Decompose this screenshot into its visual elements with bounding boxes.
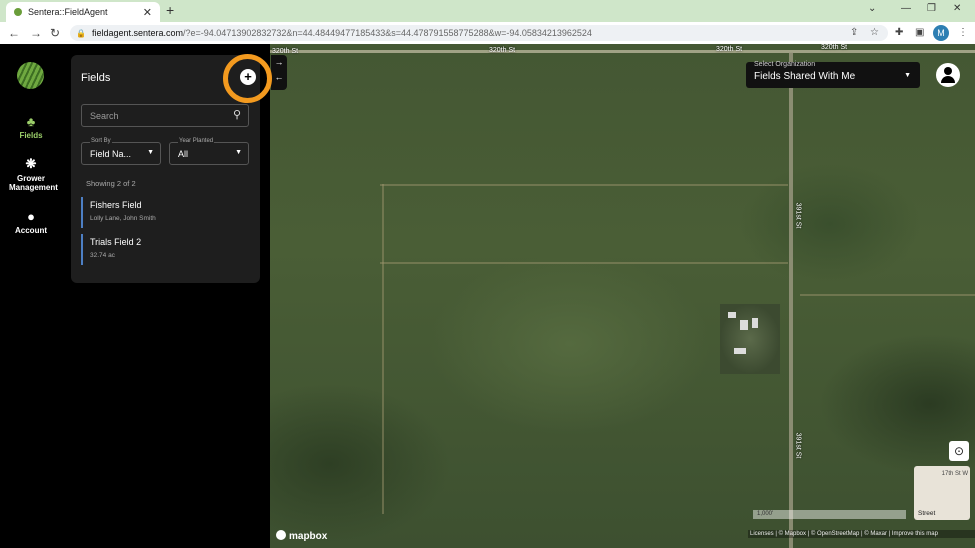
- road-391st: [789, 52, 793, 548]
- road-label: 320th St: [716, 46, 743, 53]
- field-subtitle: 32.74 ac: [90, 252, 115, 259]
- year-planted-value: All: [178, 149, 189, 159]
- lock-icon: 🔒: [76, 28, 86, 38]
- account-icon: ●: [27, 209, 35, 224]
- back-icon[interactable]: ←: [8, 26, 20, 40]
- bookmark-star-icon[interactable]: ☆: [870, 27, 879, 38]
- paw-icon: ❋: [25, 156, 37, 171]
- field-name: Trials Field 2: [90, 237, 142, 247]
- road-320th: [270, 50, 975, 53]
- list-item[interactable]: Fishers Field Lolly Lane, John Smith: [81, 197, 251, 228]
- minimap-street-name: 17th St W: [941, 471, 968, 477]
- mapbox-text: mapbox: [289, 531, 328, 542]
- sentera-logo[interactable]: [17, 62, 44, 89]
- sort-by-value: Field Na...: [90, 149, 132, 159]
- map-attribution[interactable]: Licenses | © Mapbox | © OpenStreetMap | …: [748, 530, 975, 538]
- search-input[interactable]: Search ⚲: [81, 104, 249, 127]
- field-count: Showing 2 of 2: [86, 179, 136, 188]
- nav-fields-label: Fields: [19, 131, 43, 140]
- organization-select[interactable]: Select Organization Fields Shared With M…: [746, 61, 920, 88]
- url-host: fieldagent.sentera.com: [91, 28, 184, 38]
- farmstead: [720, 304, 780, 374]
- mapbox-logo[interactable]: mapbox: [276, 530, 327, 542]
- arrow-left-icon[interactable]: ←: [271, 70, 287, 85]
- browser-tab-strip: Sentera::FieldAgent ✕ + ⌄ — ❐ ✕: [0, 0, 975, 22]
- nav-grower-management[interactable]: ❋ Grower Management: [0, 156, 62, 192]
- user-profile-icon[interactable]: [936, 63, 960, 87]
- road-label: 391st St: [794, 432, 802, 459]
- chevron-down-icon: ▼: [147, 149, 154, 156]
- address-bar[interactable]: 🔒 fieldagent.sentera.com /?e=-94.0471390…: [70, 25, 888, 41]
- url-path: /?e=-94.04713902832732&n=44.484494771854…: [183, 28, 592, 38]
- new-tab-button[interactable]: +: [166, 2, 174, 18]
- field-name: Fishers Field: [90, 200, 142, 210]
- arrow-right-icon[interactable]: →: [271, 55, 287, 70]
- geolocate-icon[interactable]: ⊙: [949, 441, 969, 461]
- tab-title: Sentera::FieldAgent: [28, 7, 108, 17]
- field-boundary: [382, 184, 384, 514]
- panel-title: Fields: [81, 72, 111, 84]
- nav-fields[interactable]: ♣ Fields: [0, 114, 62, 140]
- field-boundary: [380, 184, 788, 186]
- share-icon[interactable]: ⇪: [850, 27, 858, 38]
- list-item[interactable]: Trials Field 2 32.74 ac: [81, 234, 251, 265]
- chevron-down-icon: ▼: [904, 72, 911, 79]
- org-select-label: Select Organization: [754, 61, 816, 68]
- field-boundary: [800, 294, 975, 296]
- browser-tab[interactable]: Sentera::FieldAgent ✕: [6, 2, 160, 22]
- basemap-toggle[interactable]: 17th St W Street: [914, 466, 970, 520]
- extensions-icon[interactable]: ✚: [895, 27, 903, 38]
- favicon-icon: [14, 8, 22, 16]
- nav-account-label: Account: [15, 226, 47, 235]
- scale-bar: 1,000': [753, 510, 906, 519]
- year-planted-label: Year Planted: [178, 138, 215, 144]
- add-field-button[interactable]: +: [240, 69, 256, 85]
- minimize-icon[interactable]: —: [901, 3, 911, 14]
- search-placeholder: Search: [90, 110, 119, 121]
- sort-by-select[interactable]: Sort By Field Na... ▼: [81, 138, 161, 165]
- field-boundary: [380, 262, 788, 264]
- minimap-label: Street: [918, 510, 936, 517]
- panel-collapse-toggle[interactable]: → ←: [271, 55, 287, 90]
- close-window-icon[interactable]: ✕: [953, 3, 961, 14]
- road-label: 320th St: [821, 44, 848, 51]
- nav-account[interactable]: ● Account: [0, 209, 62, 235]
- sidepanel-icon[interactable]: ▣: [915, 27, 924, 38]
- menu-kebab-icon[interactable]: ⋮: [958, 27, 968, 38]
- mapbox-icon: [276, 530, 286, 540]
- maximize-icon[interactable]: ❐: [927, 3, 936, 14]
- field-subtitle: Lolly Lane, John Smith: [90, 215, 156, 222]
- org-select-value: Fields Shared With Me: [754, 71, 856, 82]
- profile-avatar[interactable]: M: [933, 25, 949, 41]
- tab-close-icon[interactable]: ✕: [143, 6, 152, 19]
- road-label: 320th St: [272, 48, 299, 55]
- forward-icon[interactable]: →: [30, 26, 42, 40]
- road-label: 320th St: [489, 47, 516, 54]
- left-nav: ♣ Fields ❋ Grower Management ● Account: [0, 44, 62, 548]
- tab-search-icon[interactable]: ⌄: [868, 3, 876, 14]
- chevron-down-icon: ▼: [235, 149, 242, 156]
- year-planted-select[interactable]: Year Planted All ▼: [169, 138, 249, 165]
- nav-grower-label: Grower Management: [9, 174, 58, 192]
- reload-icon[interactable]: ↻: [50, 26, 60, 40]
- road-label: 391st St: [794, 202, 802, 229]
- sort-by-label: Sort By: [90, 138, 112, 144]
- browser-toolbar: ← → ↻ 🔒 fieldagent.sentera.com /?e=-94.0…: [0, 22, 975, 44]
- seedling-icon: ♣: [26, 114, 36, 129]
- search-icon[interactable]: ⚲: [233, 108, 241, 121]
- satellite-map[interactable]: 320th St 320th St 320th St 320th St 391s…: [270, 44, 975, 548]
